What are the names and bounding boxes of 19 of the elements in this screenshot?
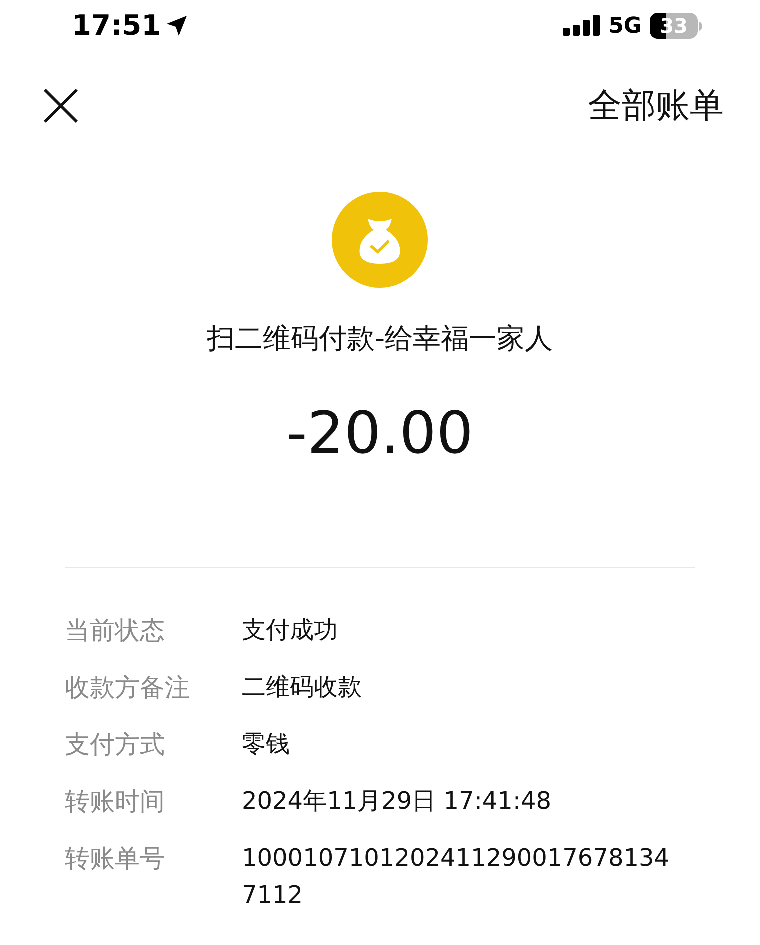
detail-label: 当前状态 bbox=[65, 615, 166, 647]
detail-value: 二维码收款 bbox=[242, 672, 363, 703]
location-arrow-icon bbox=[165, 14, 190, 38]
network-label: 5G bbox=[608, 12, 642, 40]
close-icon[interactable] bbox=[42, 87, 80, 125]
detail-value: 零钱 bbox=[242, 729, 291, 760]
money-bag-icon bbox=[332, 192, 428, 288]
detail-value: 支付成功 bbox=[242, 615, 339, 646]
detail-label: 转账时间 bbox=[65, 786, 166, 818]
detail-value: 10001071012024112900176781347112 bbox=[242, 843, 671, 911]
detail-label: 收款方备注 bbox=[65, 672, 191, 704]
amount: -20.00 bbox=[286, 398, 474, 469]
signal-icon bbox=[562, 15, 601, 37]
all-bills-link[interactable]: 全部账单 bbox=[588, 80, 724, 132]
transaction-title: 扫二维码付款-给幸福一家人 bbox=[206, 321, 554, 357]
status-time: 17:51 bbox=[72, 8, 162, 44]
detail-label: 支付方式 bbox=[65, 729, 166, 761]
detail-label: 转账单号 bbox=[65, 843, 166, 875]
detail-value: 2024年11月29日 17:41:48 bbox=[242, 786, 553, 817]
